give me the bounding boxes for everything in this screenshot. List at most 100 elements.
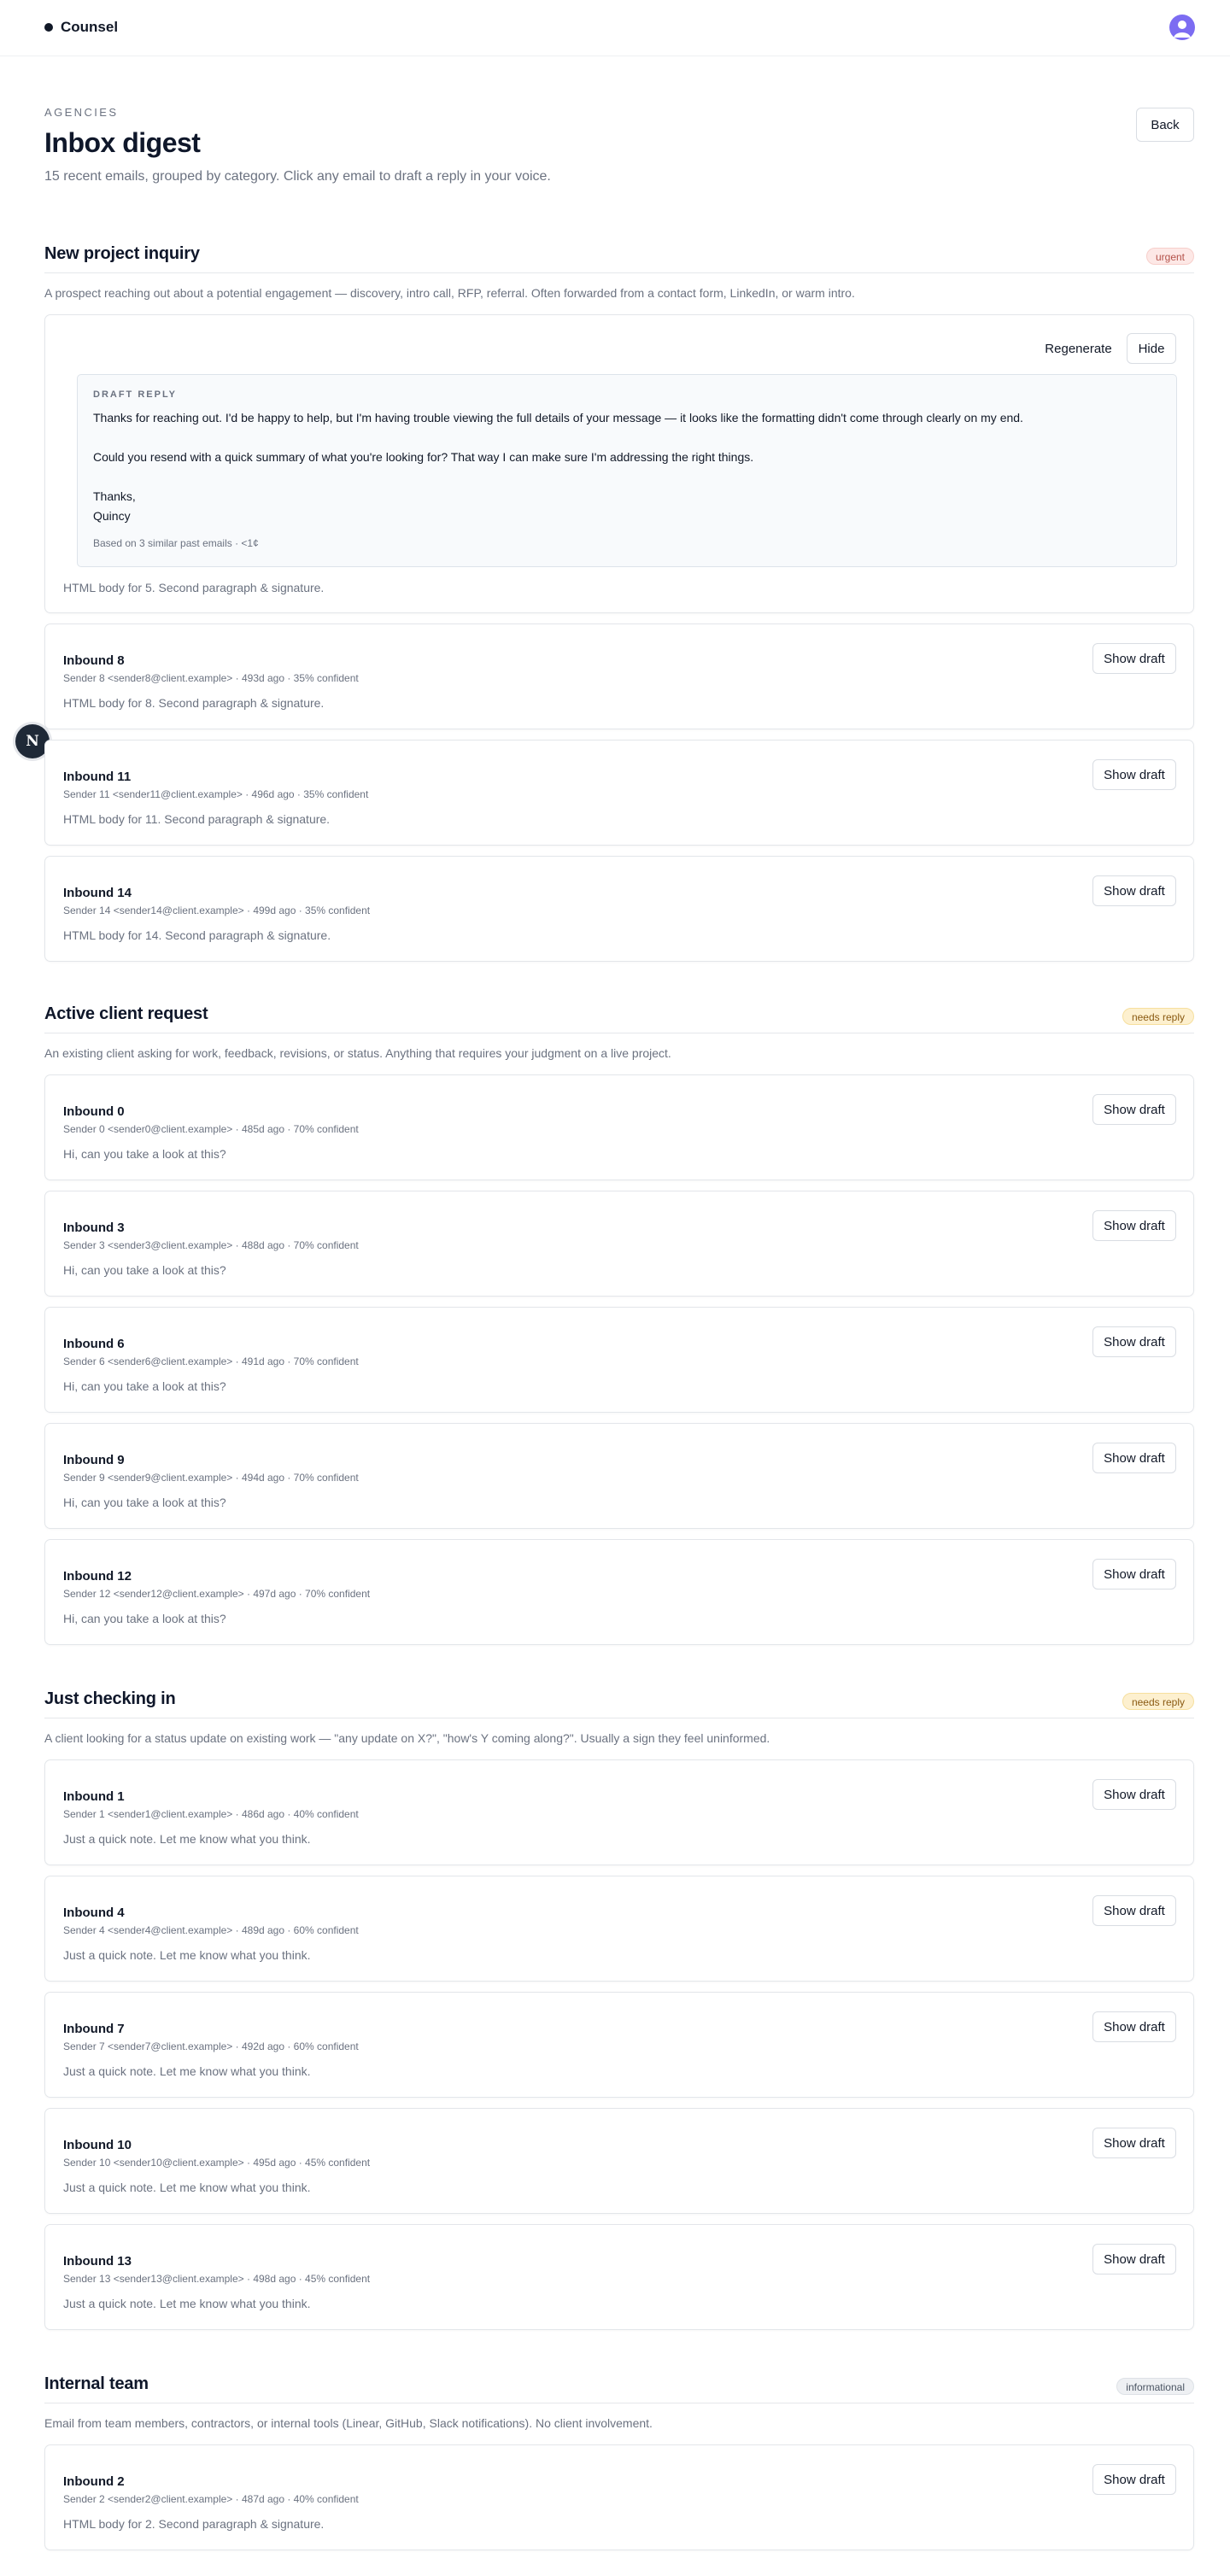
email-subject: Inbound 3 <box>63 1221 125 1235</box>
brand-name: Counsel <box>61 19 119 35</box>
section-internal-team: Internal team informational Email from t… <box>44 2374 1194 2561</box>
email-card[interactable]: Inbound 9 Sender 9 <sender9@client.examp… <box>44 1423 1194 1529</box>
email-subject: Inbound 8 <box>63 653 125 668</box>
hide-draft-button[interactable]: Hide <box>1127 333 1176 364</box>
email-subject: Inbound 11 <box>63 770 132 784</box>
email-subject: Inbound 10 <box>63 2138 132 2152</box>
email-meta: Sender 10 <sender10@client.example> · 49… <box>63 2157 371 2169</box>
email-subject: Inbound 1 <box>63 1789 125 1804</box>
email-body-preview: HTML body for 5. Second paragraph & sign… <box>63 581 325 594</box>
show-draft-button[interactable]: Show draft <box>1092 1210 1176 1241</box>
email-subject: Inbound 14 <box>63 886 132 900</box>
email-subject: Inbound 4 <box>63 1906 125 1920</box>
email-meta: Sender 0 <sender0@client.example> · 485d… <box>63 1123 359 1135</box>
email-subject: Inbound 6 <box>63 1337 125 1351</box>
show-draft-button[interactable]: Show draft <box>1092 1094 1176 1125</box>
email-list: Inbound 2 Sender 2 <sender2@client.examp… <box>44 2444 1194 2550</box>
email-subject: Inbound 7 <box>63 2022 125 2036</box>
email-body-preview: Just a quick note. Let me know what you … <box>63 1948 311 1962</box>
page-header: AGENCIES Inbox digest 15 recent emails, … <box>44 106 1194 187</box>
email-card[interactable]: Inbound 10 Sender 10 <sender10@client.ex… <box>44 2108 1194 2214</box>
email-list: Inbound 0 Sender 0 <sender0@client.examp… <box>44 1074 1194 1645</box>
section-header: Active client request needs reply <box>44 1004 1194 1033</box>
draft-reply-box[interactable]: DRAFT REPLY Thanks for reaching out. I'd… <box>77 374 1177 567</box>
email-meta: Sender 3 <sender3@client.example> · 488d… <box>63 1239 359 1251</box>
draft-paragraph: Thanks for reaching out. I'd be happy to… <box>93 411 1023 424</box>
page-eyebrow: AGENCIES <box>44 106 119 119</box>
draft-signoff: Thanks, <box>93 489 136 503</box>
draft-signature: Quincy <box>93 509 131 523</box>
email-card[interactable]: Inbound 8 Sender 8 <sender8@client.examp… <box>44 624 1194 729</box>
draft-paragraph: Could you resend with a quick summary of… <box>93 450 754 464</box>
email-meta: Sender 11 <sender11@client.example> · 49… <box>63 788 369 800</box>
email-subject: Inbound 9 <box>63 1453 125 1467</box>
section-description: A client looking for a status update on … <box>44 1731 770 1745</box>
user-avatar-icon[interactable] <box>1169 15 1195 40</box>
email-card[interactable]: Inbound 6 Sender 6 <sender6@client.examp… <box>44 1307 1194 1413</box>
show-draft-button[interactable]: Show draft <box>1092 1779 1176 1810</box>
email-body-preview: HTML body for 8. Second paragraph & sign… <box>63 696 325 710</box>
email-body-preview: HTML body for 2. Second paragraph & sign… <box>63 2517 325 2531</box>
email-card[interactable]: Inbound 11 Sender 11 <sender11@client.ex… <box>44 740 1194 846</box>
section-header: New project inquiry urgent <box>44 244 1194 273</box>
section-title: Internal team <box>44 2374 149 2393</box>
page-title: Inbox digest <box>44 127 201 158</box>
section-title: New project inquiry <box>44 244 200 263</box>
email-body-preview: HTML body for 11. Second paragraph & sig… <box>63 812 331 826</box>
show-draft-button[interactable]: Show draft <box>1092 759 1176 790</box>
page-subtitle: 15 recent emails, grouped by category. C… <box>44 169 551 184</box>
email-body-preview: Hi, can you take a look at this? <box>63 1496 226 1509</box>
email-body-preview: HTML body for 14. Second paragraph & sig… <box>63 928 331 942</box>
email-meta: Sender 7 <sender7@client.example> · 492d… <box>63 2040 359 2052</box>
email-meta: Sender 8 <sender8@client.example> · 493d… <box>63 672 359 684</box>
email-body-preview: Hi, can you take a look at this? <box>63 1263 226 1277</box>
show-draft-button[interactable]: Show draft <box>1092 1559 1176 1590</box>
email-card[interactable]: Inbound 2 Sender 2 <sender2@client.examp… <box>44 2444 1194 2550</box>
show-draft-button[interactable]: Show draft <box>1092 2464 1176 2495</box>
regenerate-button[interactable]: Regenerate <box>1038 333 1119 364</box>
show-draft-button[interactable]: Show draft <box>1092 875 1176 906</box>
email-body-preview: Hi, can you take a look at this? <box>63 1379 226 1393</box>
email-meta: Sender 12 <sender12@client.example> · 49… <box>63 1588 371 1600</box>
email-card[interactable]: Inbound 1 Sender 1 <sender1@client.examp… <box>44 1759 1194 1865</box>
show-draft-button[interactable]: Show draft <box>1092 1895 1176 1926</box>
status-badge-informational: informational <box>1116 2378 1194 2395</box>
brand-logo-icon <box>44 23 53 32</box>
email-card[interactable]: Inbound 13 Sender 13 <sender13@client.ex… <box>44 2224 1194 2330</box>
show-draft-button[interactable]: Show draft <box>1092 2244 1176 2274</box>
show-draft-button[interactable]: Show draft <box>1092 2128 1176 2158</box>
show-draft-button[interactable]: Show draft <box>1092 2011 1176 2042</box>
email-body-preview: Just a quick note. Let me know what you … <box>63 2297 311 2310</box>
section-title: Just checking in <box>44 1689 176 1708</box>
show-draft-button[interactable]: Show draft <box>1092 1326 1176 1357</box>
email-list: Regenerate Hide DRAFT REPLY Thanks for r… <box>44 314 1194 962</box>
show-draft-button[interactable]: Show draft <box>1092 1443 1176 1473</box>
email-meta: Sender 1 <sender1@client.example> · 486d… <box>63 1808 359 1820</box>
email-subject: Inbound 12 <box>63 1569 132 1584</box>
email-subject: Inbound 2 <box>63 2474 125 2489</box>
email-card-expanded[interactable]: Regenerate Hide DRAFT REPLY Thanks for r… <box>44 314 1194 613</box>
back-button[interactable]: Back <box>1136 108 1194 142</box>
section-description: An existing client asking for work, feed… <box>44 1046 671 1060</box>
email-subject: Inbound 13 <box>63 2254 132 2269</box>
brand[interactable]: Counsel <box>44 19 118 36</box>
email-card[interactable]: Inbound 0 Sender 0 <sender0@client.examp… <box>44 1074 1194 1180</box>
draft-footer: Based on 3 similar past emails · <1¢ <box>93 537 259 549</box>
section-header: Just checking in needs reply <box>44 1689 1194 1718</box>
email-card[interactable]: Inbound 3 Sender 3 <sender3@client.examp… <box>44 1191 1194 1297</box>
show-draft-button[interactable]: Show draft <box>1092 643 1176 674</box>
email-body-preview: Just a quick note. Let me know what you … <box>63 1832 311 1846</box>
section-description: A prospect reaching out about a potentia… <box>44 286 855 300</box>
email-card[interactable]: Inbound 12 Sender 12 <sender12@client.ex… <box>44 1539 1194 1645</box>
email-card[interactable]: Inbound 14 Sender 14 <sender14@client.ex… <box>44 856 1194 962</box>
email-meta: Sender 2 <sender2@client.example> · 487d… <box>63 2493 359 2505</box>
email-meta: Sender 14 <sender14@client.example> · 49… <box>63 905 371 916</box>
section-active-client-request: Active client request needs reply An exi… <box>44 1004 1194 1655</box>
section-new-project-inquiry: New project inquiry urgent A prospect re… <box>44 244 1194 972</box>
draft-reply-label: DRAFT REPLY <box>93 389 177 400</box>
email-card[interactable]: Inbound 4 Sender 4 <sender4@client.examp… <box>44 1876 1194 1982</box>
section-title: Active client request <box>44 1004 208 1023</box>
email-list: Inbound 1 Sender 1 <sender1@client.examp… <box>44 1759 1194 2330</box>
email-card[interactable]: Inbound 7 Sender 7 <sender7@client.examp… <box>44 1992 1194 2098</box>
status-badge-needs-reply: needs reply <box>1122 1008 1194 1025</box>
